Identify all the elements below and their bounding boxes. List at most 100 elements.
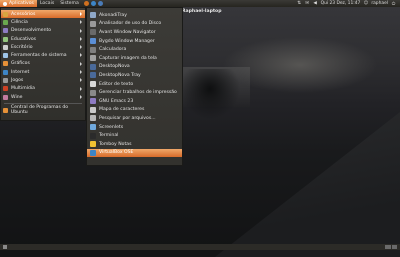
- wine-icon: [3, 94, 8, 100]
- submenu-item-label: Editor de texto: [99, 81, 134, 87]
- submenu-item-label: Tomboy Notas: [99, 141, 132, 147]
- submenu-item[interactable]: Capturar imagem da tela: [87, 54, 182, 63]
- background-road: [215, 112, 400, 257]
- apps-menu-item[interactable]: Wine: [1, 93, 85, 101]
- submenu-arrow-icon: [80, 12, 82, 16]
- submenu-item[interactable]: DesktopNova: [87, 63, 182, 72]
- awn-icon: [90, 29, 96, 36]
- apps-menu-item[interactable]: Ciência: [1, 18, 85, 26]
- submenu-item[interactable]: AkonadiTray: [87, 11, 182, 20]
- workspace-switcher[interactable]: [385, 245, 397, 249]
- apps-menu-item-label: Ciência: [11, 19, 28, 25]
- submenu-item[interactable]: VirtualBox OSE: [87, 148, 182, 158]
- emacs-icon: [90, 98, 96, 105]
- apps-menu-item-label: Wine: [11, 94, 23, 100]
- submenu-arrow-icon: [80, 86, 82, 91]
- submenu-item[interactable]: Tomboy Notas: [87, 140, 182, 149]
- apps-menu-item-label: Multimídia: [11, 86, 35, 92]
- submenu-item[interactable]: Avant Window Navigator: [87, 28, 182, 37]
- apps-menu-item-label: Internet: [11, 69, 30, 75]
- submenu-item-label: AkonadiTray: [99, 12, 127, 18]
- submenu-item[interactable]: Gerenciar trabalhos de impressão: [87, 88, 182, 97]
- apps-menu-item[interactable]: Ferramentas de sistema: [1, 51, 85, 59]
- apps-menu-item[interactable]: Escritório: [1, 43, 85, 51]
- accessories-submenu: AkonadiTray Analisador de uso do Disco Ava…: [86, 7, 183, 166]
- submenu-item-label: Avant Window Navigator: [99, 29, 156, 35]
- software-center-item[interactable]: Central de Programas do Ubuntu: [1, 105, 85, 116]
- network-icon[interactable]: ⇅: [297, 1, 302, 6]
- education-icon: [3, 36, 8, 42]
- apps-menu-item-label: Acessórios: [11, 11, 36, 17]
- apps-menu-item-label: Desenvolvimento: [11, 28, 52, 34]
- science-icon: [3, 19, 8, 25]
- submenu-item[interactable]: GNU Emacs 23: [87, 97, 182, 106]
- software-center-label: Central de Programas do Ubuntu: [10, 105, 69, 116]
- desktopnova-tray-icon: [90, 72, 96, 79]
- submenu-item[interactable]: Editor de texto: [87, 80, 182, 89]
- apps-menu-item[interactable]: Acessórios: [1, 10, 85, 19]
- submenu-item[interactable]: Calculadora: [87, 45, 182, 54]
- top-panel: Aplicativos Locais Sistema ⇅ ✉ ◀ Qui 23 …: [0, 0, 400, 7]
- submenu-item[interactable]: DesktopNova Tray: [87, 71, 182, 80]
- submenu-item[interactable]: Terminal: [87, 131, 182, 140]
- system-tray: ⇅ ✉ ◀ Qui 23 Dez, 11:47 ☺ raphael ⏻: [297, 0, 400, 7]
- screenlets-icon: [90, 124, 96, 131]
- office-icon: [3, 44, 8, 50]
- akonadi-icon: [90, 12, 96, 19]
- screenshot-icon: [90, 55, 96, 62]
- apps-menu-item[interactable]: Educativos: [1, 35, 85, 43]
- show-desktop-icon[interactable]: [3, 245, 7, 249]
- workspace-2[interactable]: [391, 245, 397, 249]
- apps-menu-item-label: Gráficos: [11, 61, 30, 67]
- submenu-item-label: GNU Emacs 23: [99, 98, 134, 104]
- disk-usage-icon: [90, 20, 96, 27]
- submenu-item[interactable]: Screenlets: [87, 123, 182, 132]
- menu-places[interactable]: Locais: [37, 0, 57, 7]
- charmap-icon: [90, 106, 96, 113]
- apps-menu-item[interactable]: Jogos: [1, 76, 85, 84]
- apps-menu-item[interactable]: Internet: [1, 68, 85, 76]
- text-editor-icon: [90, 81, 96, 88]
- thunderbird-launcher-icon[interactable]: [97, 1, 103, 6]
- submenu-arrow-icon: [80, 28, 82, 33]
- apps-menu-item[interactable]: Gráficos: [1, 60, 85, 68]
- submenu-item[interactable]: Analisador de uso do Disco: [87, 20, 182, 29]
- submenu-item-label: Analisador de uso do Disco: [99, 21, 162, 27]
- clock[interactable]: Qui 23 Dez, 11:47: [321, 1, 361, 6]
- desktop-title: Raphael-laptop: [182, 9, 222, 14]
- volume-icon[interactable]: ◀: [313, 1, 318, 6]
- apps-menu-item[interactable]: Desenvolvimento: [1, 27, 85, 35]
- apps-menu-item[interactable]: Multimídia: [1, 85, 85, 93]
- search-icon: [90, 115, 96, 122]
- user-name[interactable]: raphael: [371, 1, 388, 6]
- submenu-item[interactable]: Mapa de caracteres: [87, 106, 182, 115]
- submenu-arrow-icon: [80, 53, 82, 58]
- printer-icon: [90, 89, 96, 96]
- menu-applications[interactable]: Aplicativos: [0, 0, 37, 7]
- mail-icon[interactable]: ✉: [305, 1, 310, 6]
- power-icon[interactable]: ⏻: [391, 1, 396, 7]
- workspace-1[interactable]: [385, 245, 391, 249]
- bottom-panel: [0, 244, 400, 250]
- submenu-item-label: DesktopNova Tray: [99, 72, 141, 78]
- submenu-item-label: DesktopNova: [99, 64, 130, 70]
- calculator-icon: [90, 46, 96, 53]
- firefox-launcher-icon[interactable]: [83, 1, 89, 6]
- applications-menu: Acessórios Ciência Desenvolvimento Educativ…: [0, 7, 86, 121]
- submenu-arrow-icon: [80, 20, 82, 25]
- help-launcher-icon[interactable]: [90, 1, 96, 6]
- system-tools-icon: [3, 53, 8, 59]
- submenu-item[interactable]: Pesquisar por arquivos...: [87, 114, 182, 123]
- apps-menu-item-label: Escritório: [11, 44, 33, 50]
- apps-menu-item-label: Jogos: [11, 78, 24, 84]
- menu-system[interactable]: Sistema: [57, 0, 82, 7]
- submenu-arrow-icon: [80, 45, 82, 50]
- window-manager-icon: [90, 38, 96, 45]
- terminal-icon: [90, 132, 96, 139]
- submenu-item-label: Calculadora: [99, 47, 127, 53]
- menu-applications-label: Aplicativos: [9, 1, 34, 6]
- submenu-arrow-icon: [80, 36, 82, 41]
- ubuntu-logo-icon: [3, 1, 7, 6]
- submenu-item[interactable]: Bygdo Window Manager: [87, 37, 182, 46]
- user-icon: ☺: [363, 1, 369, 6]
